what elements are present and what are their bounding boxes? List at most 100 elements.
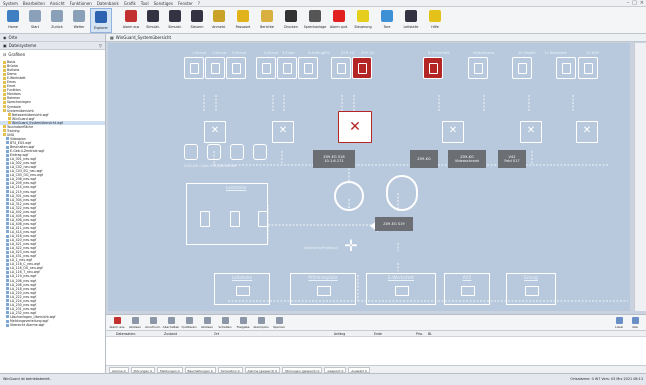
filter-icon[interactable]: ▽ xyxy=(99,43,102,48)
grafiken-header[interactable]: ⊟ Grafiken xyxy=(0,50,105,58)
alarm-tool-button[interactable]: Alarm aus xyxy=(108,316,126,330)
ribbon-button[interactable]: Home xyxy=(2,8,24,33)
collapse-icon[interactable]: ⊟ xyxy=(3,52,6,57)
subsystem-tile[interactable] xyxy=(423,57,443,79)
ribbon-button[interactable]: Anmeld. xyxy=(208,8,230,33)
site-group[interactable]: Emsig xyxy=(506,273,556,305)
close-icon[interactable]: × xyxy=(640,0,644,6)
alarm-tool-button[interactable]: Alarmplan xyxy=(252,316,270,330)
ribbon-button[interactable]: Berichte xyxy=(256,8,278,33)
server-node[interactable]: Z09-EG S19 xyxy=(375,217,413,231)
tree-item[interactable]: Übersicht Alarme.wgf xyxy=(0,323,105,327)
vertical-scrollbar[interactable] xyxy=(634,43,646,311)
subsystem-tile[interactable] xyxy=(468,57,488,79)
file-icon xyxy=(6,291,9,295)
ribbon-button-label: Steuern xyxy=(190,25,204,29)
ribbon-button[interactable]: Drucken xyxy=(280,8,302,33)
database-icon[interactable] xyxy=(386,175,418,211)
interface-module[interactable]: ✕ xyxy=(520,121,542,143)
ribbon-button[interactable]: Simulat. xyxy=(142,8,164,33)
interface-module[interactable]: ✕ xyxy=(442,121,464,143)
ribbon-button[interactable]: Sprechanlage xyxy=(304,8,326,33)
folder-icon xyxy=(3,100,6,104)
orte-header[interactable]: ◉ Orte xyxy=(0,34,105,42)
interface-module[interactable]: ✕ xyxy=(204,121,226,143)
network-hub-icon[interactable]: ✛ xyxy=(340,235,362,257)
ribbon-button[interactable]: Steuerung xyxy=(352,8,374,33)
ribbon-button[interactable]: Steuern xyxy=(186,8,208,33)
document-tab[interactable]: ▦ WinGuard_Systemübersicht xyxy=(106,34,646,42)
touch-panel-icon[interactable] xyxy=(200,211,210,227)
subsystem-tile[interactable] xyxy=(556,57,576,79)
alarm-tool-button[interactable]: Quittieren xyxy=(180,316,198,330)
subsystem-tile[interactable] xyxy=(352,57,372,79)
subsystem-tile[interactable] xyxy=(512,57,532,79)
alarm-tool-button[interactable]: Ablösen xyxy=(126,316,144,330)
column-header[interactable]: Ort xyxy=(214,332,219,336)
server-node[interactable]: Z09-KG xyxy=(410,150,438,168)
menu-item[interactable]: Grafik xyxy=(124,1,136,6)
column-header[interactable]: BL xyxy=(428,332,432,336)
ribbon-button[interactable]: Tore xyxy=(376,8,398,33)
file-icon xyxy=(6,287,9,291)
ribbon-button[interactable]: Passwort xyxy=(232,8,254,33)
subsystem-tile[interactable] xyxy=(226,57,246,79)
menu-item[interactable]: Ansicht xyxy=(50,1,65,6)
alarm-tool-button[interactable]: Sperren xyxy=(270,316,288,330)
touch-panel-icon[interactable] xyxy=(258,211,268,227)
menu-item[interactable]: ? xyxy=(198,1,200,6)
menu-item[interactable]: Funktionen xyxy=(70,1,92,6)
subsystem-tile[interactable] xyxy=(578,57,598,79)
interface-module[interactable]: ✕ xyxy=(576,121,598,143)
ribbon-button[interactable]: Leitstelle xyxy=(400,8,422,33)
subsystem-tile[interactable] xyxy=(277,57,297,79)
menu-item[interactable]: Datenbank xyxy=(97,1,119,6)
interface-module[interactable]: ✕ xyxy=(338,111,372,143)
server-node[interactable]: V42 Feld 017 xyxy=(498,150,526,168)
alarm-tool-button[interactable]: Ablösen xyxy=(198,316,216,330)
device-icon xyxy=(190,63,199,74)
menu-item[interactable]: Bearbeiten xyxy=(23,1,45,6)
alarm-tool-button[interactable]: Anrufnum. xyxy=(144,316,162,330)
ribbon-button[interactable]: Hilfe xyxy=(424,8,446,33)
column-header[interactable]: Anfang xyxy=(334,332,345,336)
site-group[interactable]: A55 xyxy=(444,273,490,305)
device-icon xyxy=(562,63,571,74)
column-header[interactable]: Ende xyxy=(374,332,382,336)
menu-item[interactable]: Sonstiges xyxy=(154,1,173,6)
alarm-tool-button[interactable]: Schalten xyxy=(216,316,234,330)
menu-item[interactable]: System xyxy=(3,1,18,6)
ribbon-button[interactable]: Alarm quit. xyxy=(328,8,350,33)
filter-scope-button[interactable]: Alle xyxy=(626,316,644,330)
subsystem-tile[interactable] xyxy=(298,57,318,79)
site-group[interactable]: E-Werkstatt xyxy=(366,273,436,305)
ribbon-icon xyxy=(429,10,441,22)
menu-item[interactable]: Tool xyxy=(141,1,149,6)
column-header[interactable]: Zustand xyxy=(164,332,177,336)
alarm-tool-button[interactable]: Abschalten xyxy=(162,316,180,330)
server-node[interactable]: Z09-EG S18 10.1.6.171 xyxy=(313,150,355,168)
site-group[interactable]: Pförtnerplatz xyxy=(290,273,356,305)
subsystem-tile[interactable] xyxy=(331,57,351,79)
subsystem-tile[interactable] xyxy=(205,57,225,79)
site-group[interactable]: Leitstelle xyxy=(214,273,270,305)
maximize-icon[interactable]: □ xyxy=(632,0,637,6)
column-header[interactable]: Datensatznr. xyxy=(116,332,136,336)
minimize-icon[interactable]: – xyxy=(627,0,630,6)
menu-item[interactable]: Fenster xyxy=(178,1,193,6)
alarm-tool-button[interactable]: Freigabe xyxy=(234,316,252,330)
ribbon-button[interactable]: Zurück xyxy=(46,8,68,33)
server-node[interactable]: Z09-KG Videoschrank xyxy=(448,150,486,168)
ribbon-button[interactable]: Alarm aus xyxy=(120,8,142,33)
database-icon[interactable] xyxy=(334,181,364,211)
ribbon-button[interactable]: Start xyxy=(24,8,46,33)
ribbon-button[interactable]: Explorer xyxy=(90,8,112,33)
dateisystem-header[interactable]: ▣ Dateisysteme ▽ xyxy=(0,42,105,50)
ribbon-button[interactable]: Simulat. xyxy=(164,8,186,33)
column-header[interactable]: Prio. xyxy=(416,332,423,336)
touch-panel-icon[interactable] xyxy=(230,211,240,227)
ribbon-button[interactable]: Weiter xyxy=(68,8,90,33)
interface-module[interactable]: ✕ xyxy=(272,121,294,143)
subsystem-tile[interactable] xyxy=(256,57,276,79)
subsystem-tile[interactable] xyxy=(184,57,204,79)
